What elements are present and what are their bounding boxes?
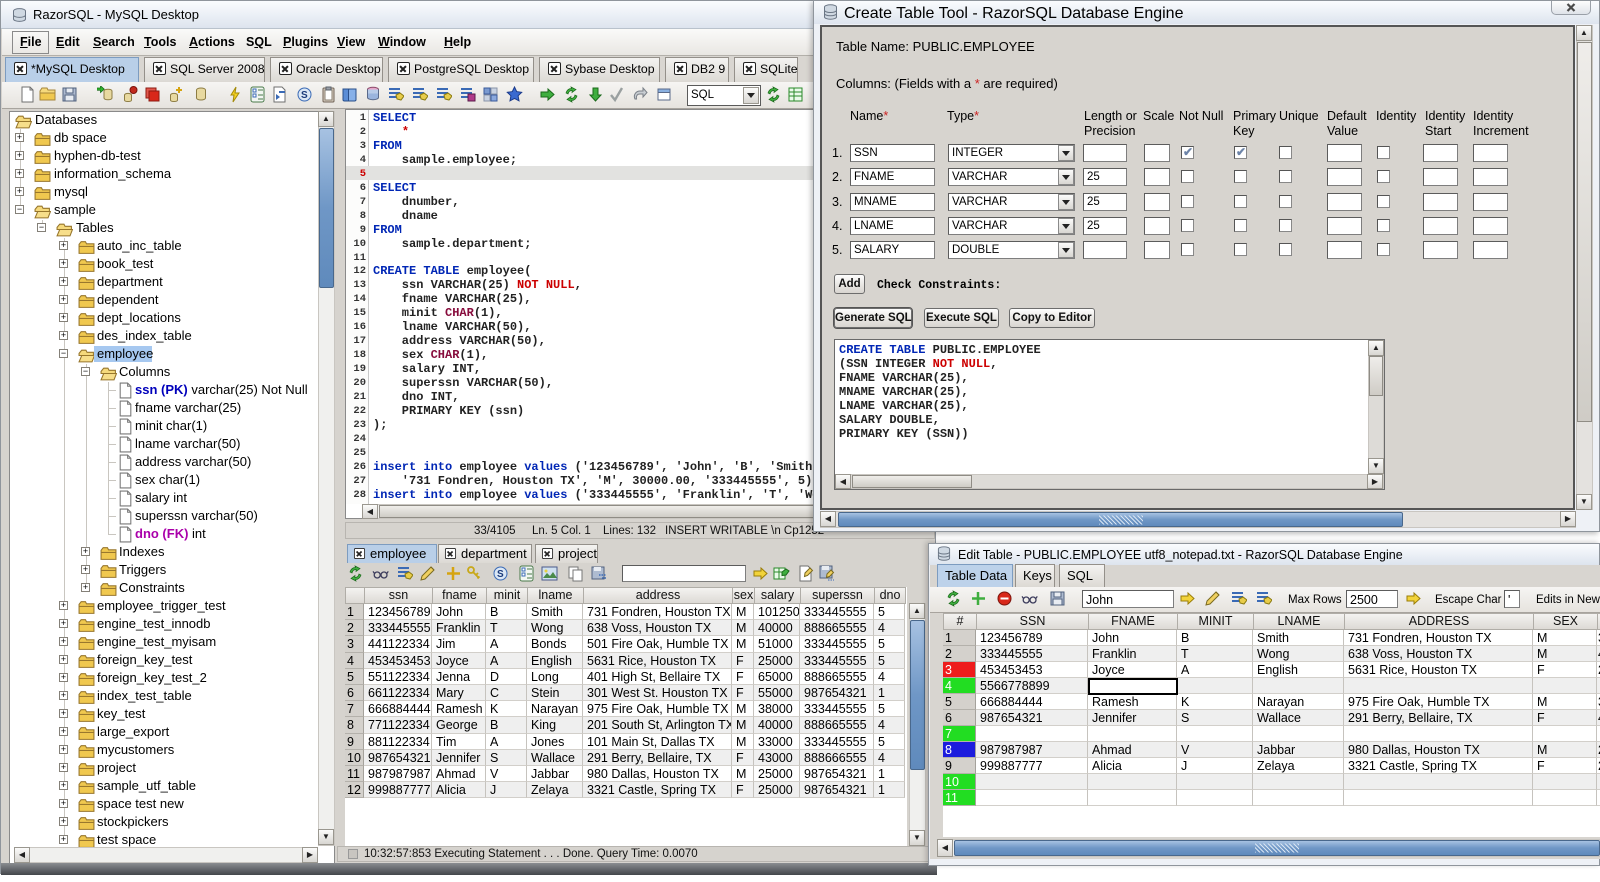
svg-text:S: S	[497, 569, 504, 580]
svg-text:S: S	[301, 90, 308, 101]
